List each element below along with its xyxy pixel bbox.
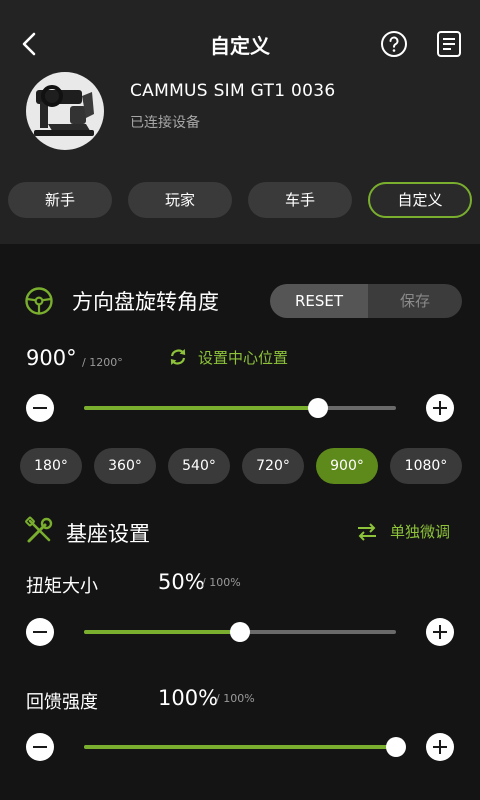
sim-rig-image bbox=[34, 85, 94, 136]
steering-increase-button[interactable] bbox=[426, 394, 454, 422]
preset-180[interactable]: 180° bbox=[20, 448, 82, 484]
steering-section-title: 方向盘旋转角度 bbox=[72, 290, 219, 314]
page-title: 自定义 bbox=[210, 34, 270, 58]
device-status: 已连接设备 bbox=[130, 115, 200, 131]
torque-max: / 100% bbox=[202, 576, 241, 589]
base-section-title: 基座设置 bbox=[66, 522, 150, 546]
device-name: CAMMUS SIM GT1 0036 bbox=[130, 81, 336, 101]
feedback-max: / 100% bbox=[216, 692, 255, 705]
torque-decrease-button[interactable] bbox=[26, 618, 54, 646]
torque-value: 50% bbox=[158, 570, 205, 594]
preset-360[interactable]: 360° bbox=[94, 448, 156, 484]
torque-slider-knob[interactable] bbox=[230, 622, 250, 642]
torque-increase-button[interactable] bbox=[426, 618, 454, 646]
reset-button[interactable]: RESET bbox=[270, 284, 368, 318]
tools-icon bbox=[25, 516, 53, 543]
steering-slider-fill bbox=[84, 406, 318, 410]
steering-slider-knob[interactable] bbox=[308, 398, 328, 418]
feedback-label: 回馈强度 bbox=[26, 692, 98, 713]
save-button[interactable]: 保存 bbox=[368, 284, 462, 318]
preset-1080[interactable]: 1080° bbox=[390, 448, 462, 484]
device-avatar bbox=[26, 72, 104, 150]
feedback-decrease-button[interactable] bbox=[26, 733, 54, 761]
mode-tab-driver[interactable]: 车手 bbox=[248, 182, 352, 218]
angle-presets: 180° 360° 540° 720° 900° 1080° bbox=[20, 448, 462, 484]
feedback-value: 100% bbox=[158, 686, 219, 710]
steering-decrease-button[interactable] bbox=[26, 394, 54, 422]
preset-540[interactable]: 540° bbox=[168, 448, 230, 484]
help-icon[interactable] bbox=[380, 30, 408, 58]
preset-900[interactable]: 900° bbox=[316, 448, 378, 484]
refresh-icon bbox=[170, 349, 186, 365]
steering-slider[interactable] bbox=[84, 398, 396, 418]
document-icon[interactable] bbox=[436, 30, 462, 58]
mode-tab-custom[interactable]: 自定义 bbox=[368, 182, 472, 218]
mode-tabs: 新手 玩家 车手 自定义 bbox=[8, 182, 474, 218]
swap-arrows-icon bbox=[358, 523, 376, 541]
steering-angle-max: / 1200° bbox=[82, 356, 123, 369]
feedback-slider-fill bbox=[84, 745, 396, 749]
feedback-increase-button[interactable] bbox=[426, 733, 454, 761]
torque-label: 扭矩大小 bbox=[26, 576, 98, 597]
feedback-slider-knob[interactable] bbox=[386, 737, 406, 757]
feedback-slider[interactable] bbox=[84, 737, 406, 757]
reset-save-toggle: RESET 保存 bbox=[270, 284, 462, 318]
mode-tab-beginner[interactable]: 新手 bbox=[8, 182, 112, 218]
mode-tab-player[interactable]: 玩家 bbox=[128, 182, 232, 218]
set-center-label: 设置中心位置 bbox=[198, 349, 289, 367]
torque-slider-fill bbox=[84, 630, 240, 634]
preset-720[interactable]: 720° bbox=[242, 448, 304, 484]
torque-slider[interactable] bbox=[84, 622, 396, 642]
individual-adjust-label: 单独微调 bbox=[390, 523, 451, 541]
steering-wheel-icon bbox=[25, 287, 53, 315]
steering-angle-value: 900° bbox=[26, 346, 77, 370]
